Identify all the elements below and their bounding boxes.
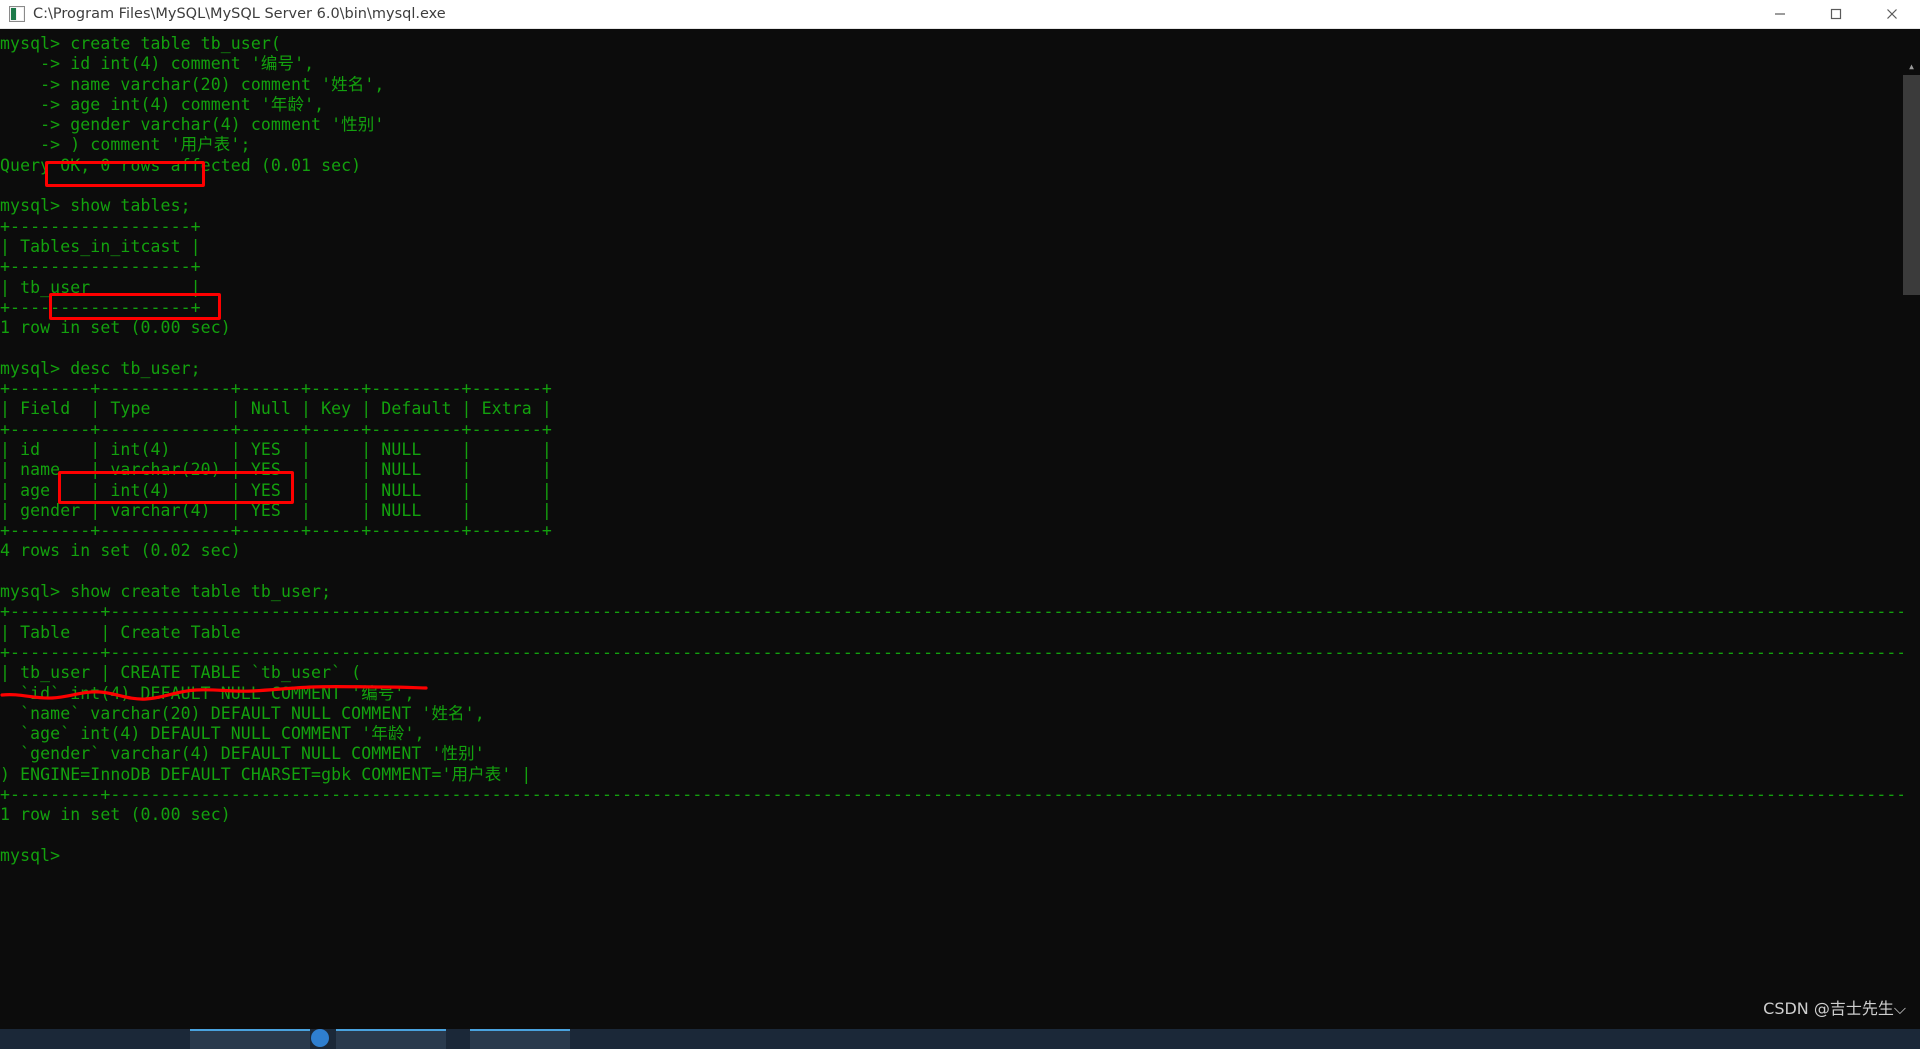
terminal-line: +--------+-------------+------+-----+---… — [0, 419, 552, 439]
terminal-line: 4 rows in set (0.02 sec) — [0, 541, 241, 561]
terminal-line: 1 row in set (0.00 sec) — [0, 805, 231, 825]
terminal-line: `name` varchar(20) DEFAULT NULL COMMENT … — [0, 703, 485, 723]
terminal-line: mysql> desc tb_user; — [0, 358, 201, 378]
terminal-line: ) ENGINE=InnoDB DEFAULT CHARSET=gbk COMM… — [0, 764, 532, 784]
terminal-line: +--------+-------------+------+-----+---… — [0, 521, 552, 541]
vertical-scrollbar[interactable]: ▲ ▼ — [1903, 58, 1920, 1029]
terminal-line: +------------------+ — [0, 216, 201, 236]
terminal-line: +---------+-----------------------------… — [0, 784, 1920, 804]
terminal-line: `id` int(4) DEFAULT NULL COMMENT '编号', — [0, 683, 415, 703]
terminal-line: -> name varchar(20) comment '姓名', — [0, 74, 385, 94]
terminal-line: 1 row in set (0.00 sec) — [0, 318, 231, 338]
terminal-line: +---------+-----------------------------… — [0, 642, 1920, 662]
terminal-line: -> id int(4) comment '编号', — [0, 54, 315, 74]
terminal-line: +--------+-------------+------+-----+---… — [0, 379, 552, 399]
taskbar-app-icon[interactable] — [311, 1029, 329, 1047]
console-app-icon — [9, 6, 25, 22]
window-controls — [1752, 0, 1920, 29]
terminal-line: Query OK, 0 rows affected (0.01 sec) — [0, 155, 362, 175]
terminal-line: `gender` varchar(4) DEFAULT NULL COMMENT… — [0, 744, 485, 764]
terminal-line: | Table | Create Table — [0, 622, 241, 642]
terminal-line: `age` int(4) DEFAULT NULL COMMENT '年龄', — [0, 724, 425, 744]
scrollbar-thumb[interactable] — [1903, 75, 1920, 295]
window-titlebar[interactable]: C:\Program Files\MySQL\MySQL Server 6.0\… — [0, 0, 1920, 29]
watermark: CSDN @吉士先生⌵ — [1763, 999, 1906, 1018]
terminal-line: mysql> create table tb_user( — [0, 34, 281, 53]
terminal-line: -> ) comment '用户表'; — [0, 135, 251, 155]
taskbar-item-3[interactable] — [470, 1029, 570, 1049]
terminal-line: | id | int(4) | YES | | NULL | | — [0, 439, 552, 459]
taskbar[interactable] — [0, 1029, 1920, 1049]
taskbar-item-2[interactable] — [336, 1029, 446, 1049]
terminal-line: -> age int(4) comment '年龄', — [0, 94, 325, 114]
terminal-line: mysql> show tables; — [0, 196, 191, 216]
terminal-line: | tb_user | — [0, 277, 201, 297]
maximize-button[interactable] — [1808, 0, 1864, 29]
terminal-line: +------------------+ — [0, 297, 201, 317]
close-button[interactable] — [1864, 0, 1920, 29]
terminal-line: -> gender varchar(4) comment '性别' — [0, 115, 385, 135]
terminal-line: | name | varchar(20) | YES | | NULL | | — [0, 460, 552, 480]
terminal-console[interactable]: mysql> create table tb_user( -> id int(4… — [0, 29, 1920, 1029]
terminal-line: | age | int(4) | YES | | NULL | | — [0, 480, 552, 500]
terminal-output: mysql> create table tb_user( -> id int(4… — [0, 34, 1920, 866]
terminal-line: | Tables_in_itcast | — [0, 236, 201, 256]
terminal-line: +------------------+ — [0, 257, 201, 277]
window-title: C:\Program Files\MySQL\MySQL Server 6.0\… — [33, 6, 446, 22]
minimize-button[interactable] — [1752, 0, 1808, 29]
terminal-line: mysql> show create table tb_user; — [0, 582, 332, 602]
terminal-line: | gender | varchar(4) | YES | | NULL | | — [0, 500, 552, 520]
scroll-up-arrow-icon[interactable]: ▲ — [1903, 58, 1920, 75]
screen: C:\Program Files\MySQL\MySQL Server 6.0\… — [0, 0, 1920, 1049]
terminal-line: | tb_user | CREATE TABLE `tb_user` ( — [0, 663, 362, 683]
terminal-line: | Field | Type | Null | Key | Default | … — [0, 399, 552, 419]
terminal-line: +---------+-----------------------------… — [0, 602, 1920, 622]
terminal-line: mysql> — [0, 845, 61, 865]
taskbar-item-1[interactable] — [190, 1029, 310, 1049]
